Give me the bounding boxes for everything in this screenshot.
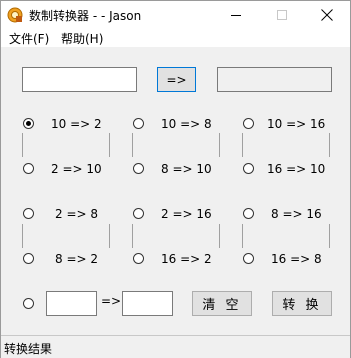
option-label: 16 => 8 bbox=[271, 252, 322, 266]
group-divider bbox=[109, 133, 110, 157]
radio-10-to-16[interactable] bbox=[243, 118, 254, 129]
radio-16-to-2[interactable] bbox=[133, 253, 144, 264]
radio-8-to-10[interactable] bbox=[133, 163, 144, 174]
radio-2-to-16[interactable] bbox=[133, 208, 144, 219]
option-label: 8 => 2 bbox=[55, 252, 99, 266]
option-label: 16 => 2 bbox=[161, 252, 212, 266]
window-title: 数制转换器 - - Jason bbox=[29, 9, 142, 23]
group-divider bbox=[132, 224, 133, 248]
close-button[interactable] bbox=[304, 1, 350, 29]
option-label: 2 => 16 bbox=[161, 207, 212, 221]
menu-file[interactable]: 文件(F) bbox=[9, 30, 49, 47]
maximize-button[interactable] bbox=[259, 1, 305, 29]
custom-from-base-input[interactable] bbox=[46, 291, 97, 316]
radio-10-to-8[interactable] bbox=[133, 118, 144, 129]
group-divider bbox=[219, 224, 220, 248]
option-label: 16 => 10 bbox=[267, 162, 326, 176]
radio-8-to-2[interactable] bbox=[23, 253, 34, 264]
option-label: 8 => 10 bbox=[161, 162, 212, 176]
group-divider bbox=[242, 133, 243, 157]
radio-16-to-8[interactable] bbox=[243, 253, 254, 264]
output-field bbox=[217, 67, 332, 92]
convert-button-label: 转 换 bbox=[282, 298, 322, 313]
option-label: 8 => 16 bbox=[271, 207, 322, 221]
status-text: 转换结果 bbox=[4, 342, 53, 356]
minimize-button[interactable] bbox=[213, 1, 259, 29]
group-divider bbox=[22, 224, 23, 248]
menu-bar: 文件(F) 帮助(H) bbox=[1, 29, 350, 47]
close-icon bbox=[321, 9, 333, 21]
radio-8-to-16[interactable] bbox=[243, 208, 254, 219]
convert-arrow-button[interactable]: => bbox=[157, 67, 196, 92]
radio-custom[interactable] bbox=[23, 298, 34, 309]
radio-10-to-2[interactable] bbox=[23, 118, 34, 129]
clear-button-label: 清 空 bbox=[202, 298, 242, 313]
option-label: 2 => 8 bbox=[55, 207, 99, 221]
app-logo-icon bbox=[7, 7, 23, 23]
option-label: 10 => 2 bbox=[51, 117, 102, 131]
title-bar[interactable]: 数制转换器 - - Jason bbox=[1, 1, 350, 29]
radio-2-to-10[interactable] bbox=[23, 163, 34, 174]
clear-button[interactable]: 清 空 bbox=[192, 291, 252, 316]
custom-arrow: => bbox=[101, 294, 122, 308]
custom-to-base-input[interactable] bbox=[122, 291, 173, 316]
menu-help[interactable]: 帮助(H) bbox=[61, 30, 103, 47]
app-window: 数制转换器 - - Jason 文件(F) 帮助(H) => 10 => 2 1… bbox=[0, 0, 351, 358]
group-divider bbox=[329, 224, 330, 248]
status-bar: 转换结果 bbox=[1, 335, 350, 358]
group-divider bbox=[109, 224, 110, 248]
convert-arrow-label: => bbox=[166, 72, 187, 87]
radio-2-to-8[interactable] bbox=[23, 208, 34, 219]
option-label: 10 => 16 bbox=[267, 117, 326, 131]
group-divider bbox=[132, 133, 133, 157]
group-divider bbox=[329, 133, 330, 157]
option-label: 2 => 10 bbox=[51, 162, 102, 176]
group-divider bbox=[219, 133, 220, 157]
convert-button[interactable]: 转 换 bbox=[272, 291, 332, 316]
group-divider bbox=[22, 133, 23, 157]
group-divider bbox=[242, 224, 243, 248]
radio-16-to-10[interactable] bbox=[243, 163, 254, 174]
option-label: 10 => 8 bbox=[161, 117, 212, 131]
input-field[interactable] bbox=[22, 67, 137, 92]
